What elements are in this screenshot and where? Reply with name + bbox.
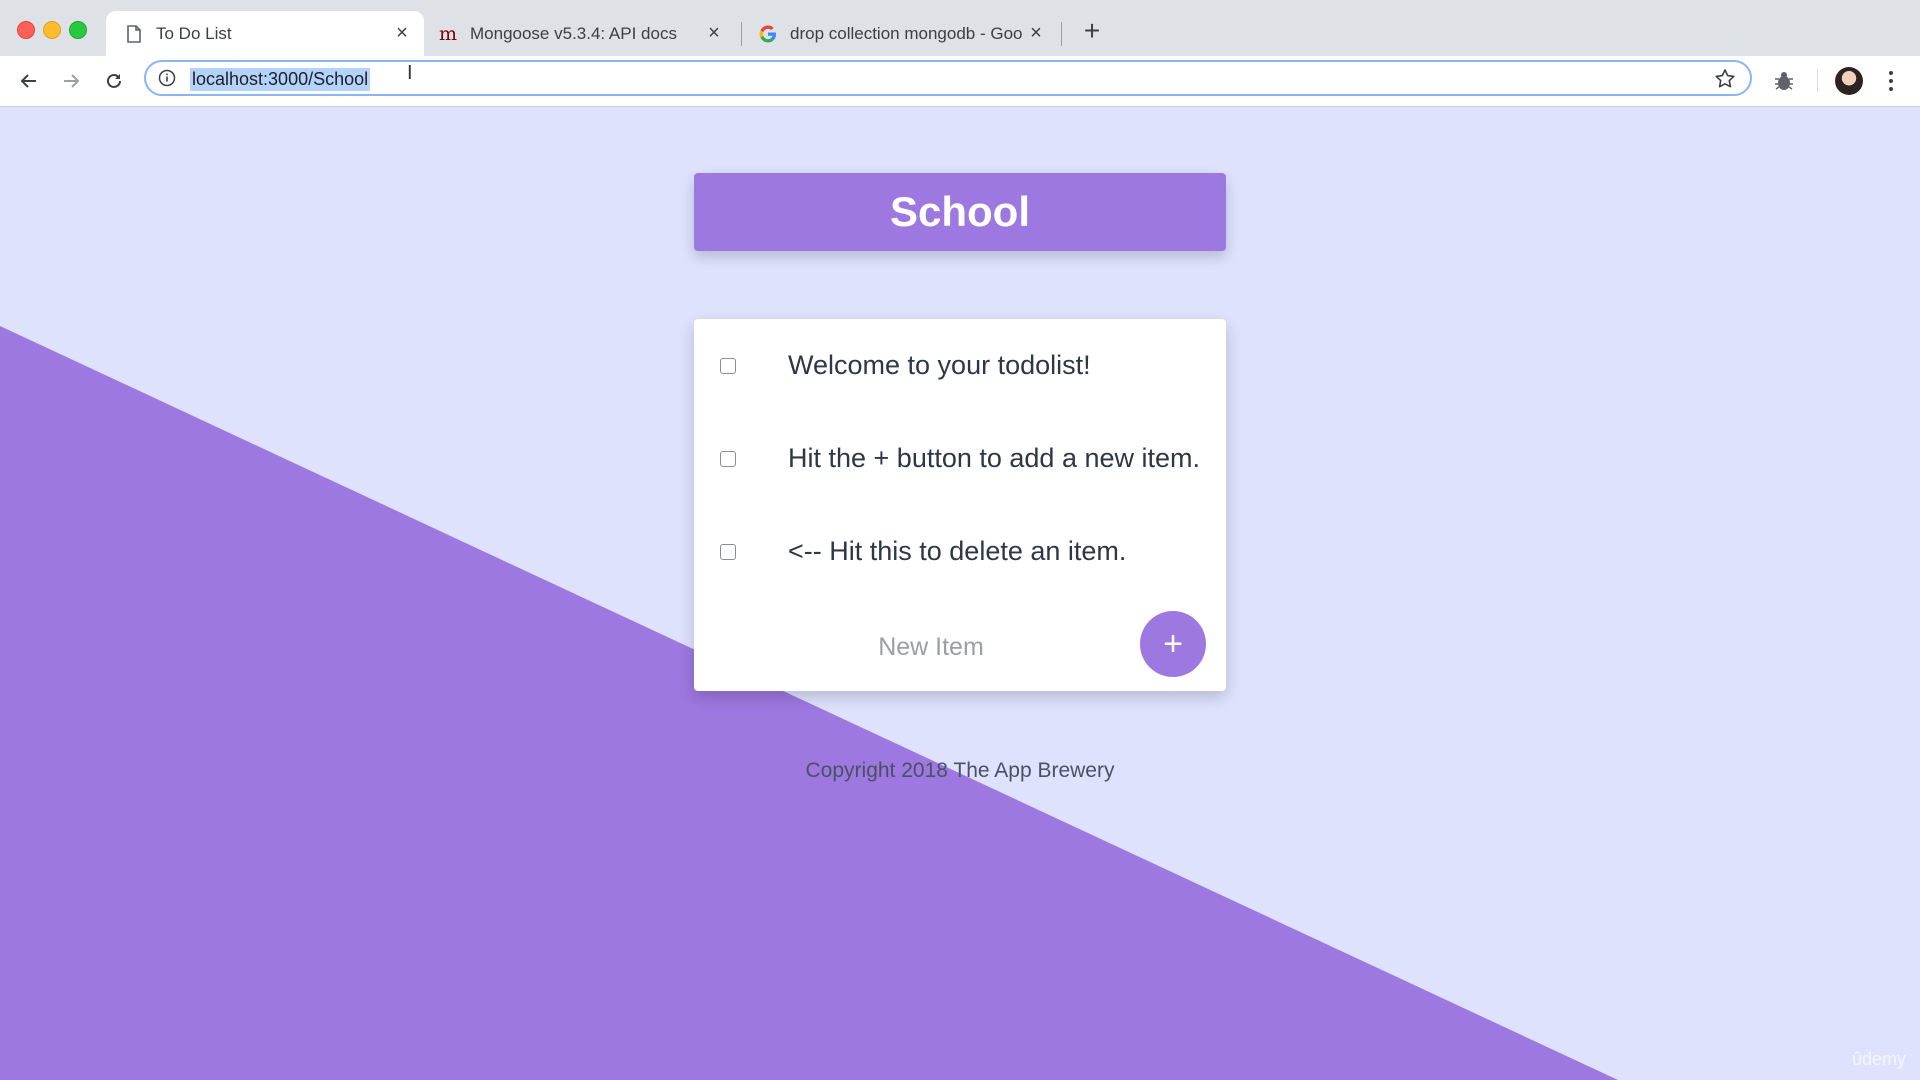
browser-toolbar: localhost:3000/School	[0, 56, 1920, 107]
bookmark-star-icon[interactable]	[1714, 68, 1736, 90]
close-window-button[interactable]	[17, 21, 35, 39]
back-button[interactable]	[16, 68, 42, 94]
site-info-icon[interactable]	[158, 69, 176, 87]
add-item-button[interactable]: +	[1140, 611, 1206, 677]
list-item: Hit the + button to add a new item.	[694, 412, 1226, 505]
close-tab-icon[interactable]: ×	[704, 22, 724, 44]
tab-google-search[interactable]: drop collection mongodb - Goo ×	[740, 11, 1058, 56]
profile-avatar[interactable]	[1835, 67, 1863, 95]
forward-arrow-icon	[64, 74, 80, 88]
minimize-window-button[interactable]	[43, 21, 61, 39]
address-bar[interactable]: localhost:3000/School	[144, 60, 1752, 96]
google-icon	[758, 24, 778, 44]
tab-strip: To Do List × m Mongoose v5.3.4: API docs…	[0, 0, 1920, 56]
bug-extension-icon[interactable]	[1772, 69, 1796, 93]
list-heading-box: School	[694, 173, 1226, 251]
new-item-input[interactable]	[784, 631, 1078, 663]
tab-title: To Do List	[156, 23, 232, 43]
item-checkbox[interactable]	[720, 450, 736, 467]
document-icon	[124, 24, 144, 44]
tab-to-do-list[interactable]: To Do List ×	[106, 11, 424, 56]
back-arrow-icon	[20, 74, 36, 88]
new-tab-button[interactable]: +	[1078, 17, 1106, 46]
watermark-logo: ûdemy	[1851, 1049, 1906, 1069]
tab-separator	[1061, 22, 1062, 46]
list-item: <-- Hit this to delete an item.	[694, 505, 1226, 598]
close-tab-icon[interactable]: ×	[1026, 22, 1046, 44]
item-text: Welcome to your todolist!	[788, 350, 1091, 380]
item-text: <-- Hit this to delete an item.	[788, 536, 1127, 566]
svg-text:m: m	[439, 24, 457, 44]
tab-mongoose-docs[interactable]: m Mongoose v5.3.4: API docs ×	[420, 11, 736, 56]
forward-button[interactable]	[58, 68, 84, 94]
todo-card: Welcome to your todolist! Hit the + butt…	[694, 319, 1226, 691]
more-menu-icon[interactable]	[1882, 68, 1900, 94]
close-tab-icon[interactable]: ×	[392, 22, 412, 44]
mongoose-icon: m	[438, 24, 458, 44]
item-text: Hit the + button to add a new item.	[788, 443, 1201, 473]
url-text[interactable]: localhost:3000/School	[190, 68, 371, 91]
reload-icon	[107, 73, 121, 88]
tab-title: drop collection mongodb - Goo	[790, 23, 1023, 43]
item-checkbox[interactable]	[720, 357, 736, 374]
copyright-footer: Copyright 2018 The App Brewery	[805, 759, 1115, 782]
text-cursor-icon: I	[407, 62, 413, 84]
list-item: Welcome to your todolist!	[694, 319, 1226, 412]
todo-page: School Welcome to your todolist! Hit the…	[0, 107, 1920, 1080]
item-checkbox[interactable]	[720, 543, 736, 560]
reload-button[interactable]	[101, 68, 127, 94]
maximize-window-button[interactable]	[69, 21, 87, 39]
tab-title: Mongoose v5.3.4: API docs	[470, 23, 677, 43]
list-title: School	[889, 188, 1030, 235]
toolbar-divider	[1817, 70, 1818, 92]
